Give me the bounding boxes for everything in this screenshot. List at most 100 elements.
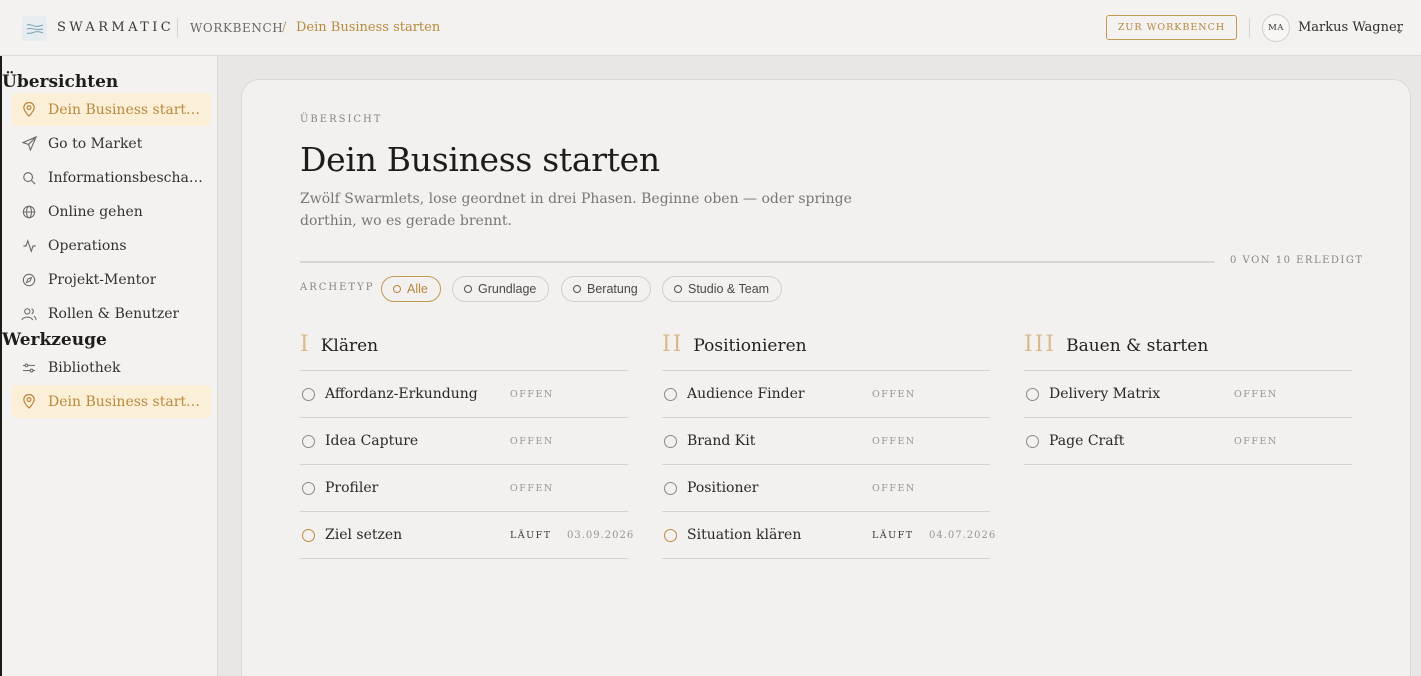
circle-icon [674, 285, 682, 293]
sidebar-item-online-gehen[interactable]: Online gehen [12, 195, 211, 228]
compass-icon [21, 272, 37, 288]
status-circle-icon [1026, 434, 1039, 448]
status-badge: LÄUFT [872, 529, 914, 541]
progress-bar [300, 261, 1214, 263]
activity-icon [21, 238, 37, 254]
top-bar: SWARMATIC WORKBENCH / Dein Business star… [0, 0, 1421, 56]
phase-name: Bauen & starten [1066, 336, 1209, 356]
sidebar-item-label: Operations [48, 237, 127, 254]
globe-icon [21, 204, 37, 220]
status-badge: OFFEN [1234, 388, 1278, 400]
swarmlet-row[interactable]: Profiler OFFEN [300, 465, 628, 512]
swarmlet-row[interactable]: Situation klären LÄUFT 04.07.2026 [662, 512, 995, 559]
divider [177, 18, 178, 38]
swarmlet-row[interactable]: Idea Capture OFFEN [300, 418, 628, 465]
swarmlet-row[interactable]: Brand Kit OFFEN [662, 418, 990, 465]
swarmlet-name: Audience Finder [687, 386, 805, 402]
swarmlet-name: Affordanz-Erkundung [325, 386, 478, 402]
swarmlet-date: 04.07.2026 [929, 529, 997, 541]
sidebar-section-overviews: Übersichten [2, 72, 119, 92]
sidebar-item-label: Informationsbeschaffung [48, 169, 203, 186]
avatar[interactable]: MA [1262, 14, 1290, 42]
brand-name: SWARMATIC [57, 20, 175, 35]
sidebar-item-label: Go to Market [48, 135, 143, 152]
phase-header: II Positionieren [662, 332, 990, 371]
swarmlet-name: Delivery Matrix [1049, 386, 1161, 402]
swarmlet-row[interactable]: Page Craft OFFEN [1024, 418, 1352, 465]
map-pin-icon [21, 102, 37, 118]
sidebar-item-label: Bibliothek [48, 359, 121, 376]
logo-icon[interactable] [22, 16, 47, 41]
user-name[interactable]: Markus Wagner [1298, 20, 1403, 35]
circle-icon [464, 285, 472, 293]
sidebar-item-dein-business-starten-tool[interactable]: Dein Business starten [12, 385, 211, 418]
phase-numeral: II [662, 332, 684, 357]
circle-icon [393, 285, 401, 293]
page-description: Zwölf Swarmlets, lose geordnet in drei P… [300, 191, 852, 229]
swarmlet-row[interactable]: Audience Finder OFFEN [662, 371, 990, 418]
breadcrumb-current: Dein Business starten [296, 20, 441, 35]
status-circle-icon [664, 434, 677, 448]
circle-icon [573, 285, 581, 293]
swarmlet-name: Profiler [325, 480, 379, 496]
sidebar-item-bibliothek[interactable]: Bibliothek [12, 351, 211, 384]
sidebar-item-dein-business-starten[interactable]: Dein Business starten [12, 93, 211, 126]
sidebar: Übersichten Dein Business starten Go to … [0, 56, 218, 676]
status-badge: OFFEN [1234, 435, 1278, 447]
filter-chip-label: Beratung [587, 282, 638, 296]
sidebar-item-operations[interactable]: Operations [12, 229, 211, 262]
swarmlet-name: Idea Capture [325, 433, 419, 449]
swarmlet-name: Situation klären [687, 527, 802, 543]
phase-column-2: II Positionieren Audience Finder OFFEN B… [662, 332, 995, 559]
search-icon [21, 170, 37, 186]
swarmlet-name: Positioner [687, 480, 759, 496]
filter-chip-label: Studio & Team [688, 282, 770, 296]
phase-column-1: I Klären Affordanz-Erkundung OFFEN Idea … [300, 332, 633, 559]
main-card: ÜBERSICHT Dein Business starten Zwölf Sw… [241, 79, 1411, 676]
status-circle-icon [1026, 387, 1039, 401]
sidebar-item-go-to-market[interactable]: Go to Market [12, 127, 211, 160]
status-circle-icon [302, 387, 315, 401]
status-badge: OFFEN [872, 388, 916, 400]
filter-chip-label: Alle [407, 282, 428, 296]
status-circle-icon [302, 528, 315, 542]
phase-numeral: III [1024, 332, 1057, 357]
swarmlet-name: Ziel setzen [325, 527, 403, 543]
filter-chip-beratung[interactable]: Beratung [561, 276, 651, 302]
sidebar-item-projekt-mentor[interactable]: Projekt-Mentor [12, 263, 211, 296]
page-title: Dein Business starten [300, 140, 660, 179]
sliders-icon [21, 360, 37, 376]
users-icon [21, 306, 37, 322]
swarmlet-row[interactable]: Affordanz-Erkundung OFFEN [300, 371, 628, 418]
sidebar-item-rollen-benutzer[interactable]: Rollen & Benutzer [12, 297, 211, 330]
filter-chip-label: Grundlage [478, 282, 537, 296]
swarmlet-date: 03.09.2026 [567, 529, 635, 541]
status-circle-icon [302, 481, 315, 495]
phase-numeral: I [300, 332, 311, 357]
sidebar-item-informationsbeschaffung[interactable]: Informationsbeschaffung [12, 161, 211, 194]
filter-chip-studio-team[interactable]: Studio & Team [662, 276, 783, 302]
divider [1249, 18, 1250, 38]
progress-label: 0 VON 10 ERLEDIGT [1230, 255, 1364, 266]
swarmlet-row[interactable]: Ziel setzen LÄUFT 03.09.2026 [300, 512, 633, 559]
swarmlet-row[interactable]: Delivery Matrix OFFEN [1024, 371, 1352, 418]
sidebar-section-tools: Werkzeuge [2, 330, 107, 350]
chevron-down-icon[interactable] [1395, 21, 1404, 40]
sidebar-item-label: Rollen & Benutzer [48, 305, 180, 322]
swarmlet-row[interactable]: Positioner OFFEN [662, 465, 990, 512]
status-circle-icon [664, 481, 677, 495]
swarmlet-name: Page Craft [1049, 433, 1125, 449]
breadcrumb-workbench[interactable]: WORKBENCH [190, 21, 283, 35]
sidebar-item-label: Projekt-Mentor [48, 271, 157, 288]
filter-chip-alle[interactable]: Alle [381, 276, 441, 302]
status-circle-icon [664, 387, 677, 401]
to-workbench-button[interactable]: ZUR WORKBENCH [1106, 15, 1237, 40]
swarmlet-name: Brand Kit [687, 433, 756, 449]
phase-column-3: III Bauen & starten Delivery Matrix OFFE… [1024, 332, 1352, 465]
archetype-label: ARCHETYP [300, 282, 375, 293]
status-badge: OFFEN [872, 435, 916, 447]
filter-chip-grundlage[interactable]: Grundlage [452, 276, 550, 302]
eyebrow: ÜBERSICHT [300, 114, 383, 125]
status-badge: OFFEN [510, 388, 554, 400]
sidebar-item-label: Online gehen [48, 203, 143, 220]
